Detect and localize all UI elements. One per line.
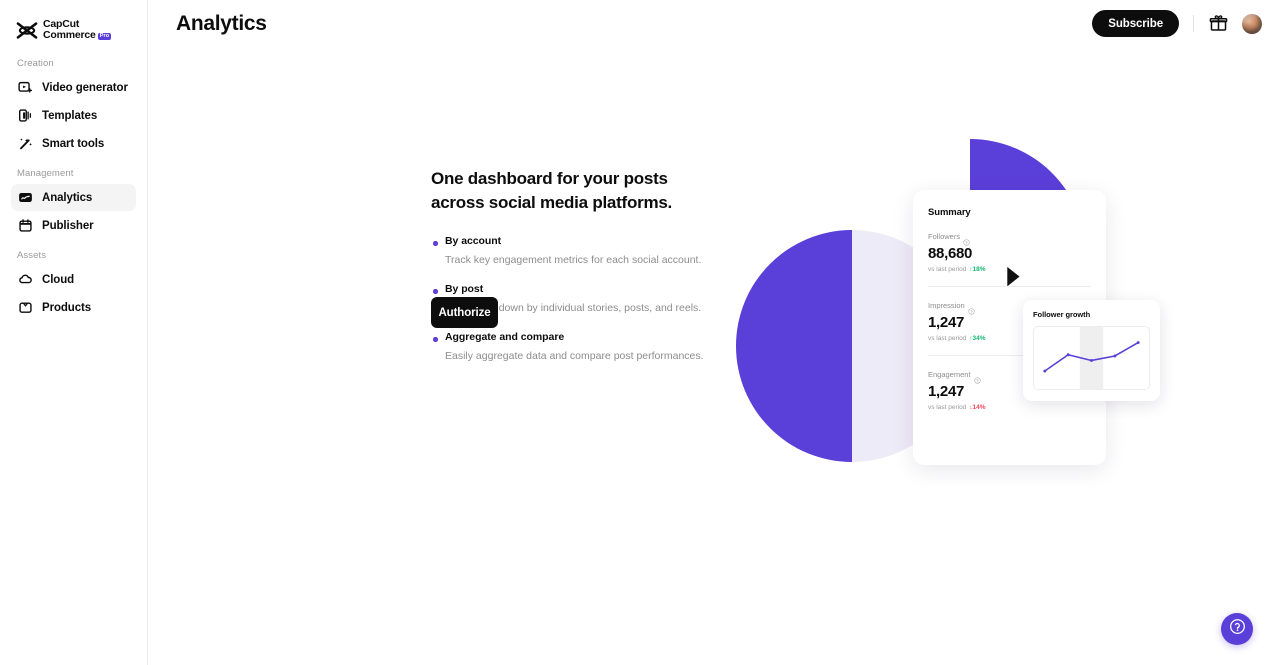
sidebar-item-label: Templates: [42, 109, 98, 122]
analytics-illustration: Summary Followers 88,680 vs last period …: [731, 133, 1160, 465]
topbar-divider: [1193, 15, 1194, 32]
cloud-icon: [18, 272, 33, 287]
metric-label: Impression: [928, 301, 965, 310]
chart-data-point: [1066, 353, 1070, 357]
metric-delta-up: ↑ 34%: [969, 335, 985, 342]
sidebar: CapCut Commerce Pro Creation Video gener…: [0, 0, 148, 665]
hero-heading: One dashboard for your posts across soci…: [431, 169, 672, 213]
page-title: Analytics: [176, 11, 267, 35]
gift-icon[interactable]: [1208, 14, 1228, 34]
info-help-icon[interactable]: [963, 233, 970, 246]
video-generator-icon: [18, 80, 33, 95]
app-logo[interactable]: CapCut Commerce Pro: [0, 0, 147, 47]
templates-icon: [18, 108, 33, 123]
line-chart-svg: [1043, 327, 1140, 389]
delta-value: 34%: [972, 335, 986, 342]
feature-description: Track key engagement metrics for each so…: [445, 254, 702, 267]
sidebar-item-label: Publisher: [42, 219, 94, 232]
sidebar-item-cloud[interactable]: Cloud: [11, 266, 136, 293]
sidebar-item-label: Products: [42, 301, 92, 314]
sidebar-item-publisher[interactable]: Publisher: [11, 212, 136, 239]
sidebar-item-smart-tools[interactable]: Smart tools: [11, 130, 136, 157]
topbar: Analytics Subscribe: [148, 0, 1280, 47]
subscribe-button[interactable]: Subscribe: [1092, 10, 1179, 37]
feature-item: Aggregate and compare Easily aggregate d…: [431, 331, 731, 364]
smart-tools-icon: [18, 136, 33, 151]
follower-growth-card: Follower growth: [1023, 300, 1160, 401]
feature-title: By account: [445, 235, 502, 248]
metric-delta-up: ↑ 18%: [969, 266, 985, 273]
metric-value: 88,680: [928, 245, 973, 262]
avatar[interactable]: [1242, 13, 1262, 34]
hero-copy: One dashboard for your posts across soci…: [431, 167, 731, 364]
logo-line-commerce: Commerce: [43, 29, 96, 41]
follower-growth-chart: [1033, 326, 1150, 390]
capcut-logo-icon: [16, 21, 38, 39]
help-button[interactable]: [1221, 613, 1253, 645]
sidebar-item-video-generator[interactable]: Video generator: [11, 74, 136, 101]
analytics-icon: [18, 190, 33, 205]
topbar-actions: Subscribe: [1092, 10, 1262, 37]
chart-data-point: [1113, 354, 1117, 358]
sidebar-section-label-assets: Assets: [17, 250, 47, 261]
delta-value: 18%: [972, 266, 986, 273]
info-help-icon[interactable]: [973, 371, 981, 384]
feature-title: Aggregate and compare: [445, 331, 565, 344]
sidebar-item-products[interactable]: Products: [11, 294, 136, 321]
authorize-button[interactable]: Authorize: [431, 297, 498, 328]
sidebar-item-templates[interactable]: Templates: [11, 102, 136, 129]
metric-compare-text: vs last period: [928, 266, 967, 273]
chart-data-point: [1090, 358, 1093, 362]
products-icon: [18, 300, 33, 315]
sidebar-item-label: Video generator: [42, 81, 128, 94]
bullet-dot-icon: [433, 241, 438, 246]
metric-delta-down: ↓ 14%: [969, 404, 985, 411]
metric-label: Followers: [928, 232, 961, 241]
hero-section: One dashboard for your posts across soci…: [148, 47, 1280, 665]
follower-growth-title: Follower growth: [1033, 310, 1091, 319]
question-mark-help-icon: [1229, 618, 1246, 640]
bullet-dot-icon: [433, 289, 438, 294]
metric-label: Engagement: [928, 370, 971, 379]
logo-wordmark: CapCut Commerce Pro: [43, 19, 112, 41]
publisher-calendar-icon: [18, 218, 33, 233]
chart-data-point: [1043, 369, 1047, 373]
info-help-icon[interactable]: [968, 302, 975, 315]
sidebar-item-analytics[interactable]: Analytics: [11, 184, 136, 211]
main-area: Analytics Subscribe One dashboard for yo…: [148, 0, 1280, 665]
sidebar-section-label-creation: Creation: [17, 58, 54, 69]
sidebar-section-label-management: Management: [17, 168, 74, 179]
metric-compare-text: vs last period: [928, 335, 967, 342]
summary-card-title: Summary: [928, 207, 971, 218]
metric-compare-text: vs last period: [928, 404, 967, 411]
app-root: CapCut Commerce Pro Creation Video gener…: [0, 0, 1280, 665]
sidebar-item-label: Smart tools: [42, 137, 105, 150]
feature-title: By post: [445, 283, 484, 296]
bullet-dot-icon: [433, 337, 438, 342]
chart-data-point: [1136, 341, 1140, 344]
pro-badge: Pro: [97, 32, 112, 41]
sidebar-item-label: Cloud: [42, 273, 75, 286]
sidebar-item-label: Analytics: [42, 191, 93, 204]
delta-value: 14%: [972, 404, 986, 411]
feature-description: Easily aggregate data and compare post p…: [445, 350, 704, 363]
feature-item: By account Track key engagement metrics …: [431, 235, 731, 268]
cursor-pointer-icon: [1003, 263, 1024, 291]
